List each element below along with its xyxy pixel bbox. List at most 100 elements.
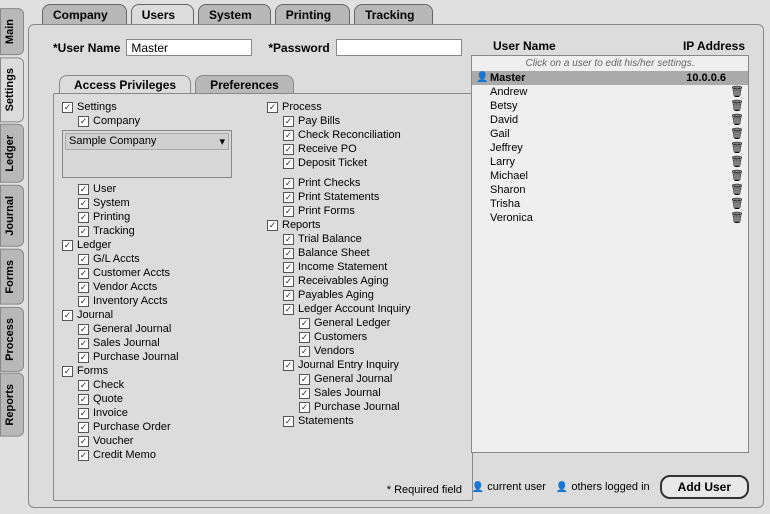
checkbox-receive-po[interactable] bbox=[283, 144, 294, 155]
side-tab-reports[interactable]: Reports bbox=[0, 373, 24, 437]
checkbox-receivables-aging[interactable] bbox=[283, 276, 294, 287]
top-tab-tracking[interactable]: Tracking bbox=[354, 4, 433, 25]
checkbox-sales-journal[interactable] bbox=[299, 388, 310, 399]
checkbox-payables-aging[interactable] bbox=[283, 290, 294, 301]
checkbox-journal-entry-inquiry[interactable] bbox=[283, 360, 294, 371]
label: Customer Accts bbox=[93, 266, 170, 280]
checkbox-journal[interactable] bbox=[62, 310, 73, 321]
user-row[interactable]: Trisha🗑 bbox=[472, 197, 748, 211]
checkbox-check[interactable] bbox=[78, 380, 89, 391]
label: Company bbox=[93, 114, 140, 128]
checkbox-purchase-journal[interactable] bbox=[78, 352, 89, 363]
company-select-box[interactable]: Sample Company ▾ bbox=[62, 130, 232, 178]
trash-icon[interactable]: 🗑 bbox=[726, 155, 744, 169]
checkbox-statements[interactable] bbox=[283, 416, 294, 427]
checkbox-general-journal[interactable] bbox=[299, 374, 310, 385]
checkbox-general-journal[interactable] bbox=[78, 324, 89, 335]
trash-icon[interactable]: 🗑 bbox=[726, 183, 744, 197]
sub-tab-preferences[interactable]: Preferences bbox=[195, 75, 294, 94]
user-list[interactable]: Click on a user to edit his/her settings… bbox=[471, 55, 749, 453]
trash-icon[interactable]: 🗑 bbox=[726, 85, 744, 99]
user-row[interactable]: Jeffrey🗑 bbox=[472, 141, 748, 155]
top-tab-system[interactable]: System bbox=[198, 4, 271, 25]
label: Balance Sheet bbox=[298, 246, 370, 260]
trash-icon[interactable]: 🗑 bbox=[726, 113, 744, 127]
top-tab-users[interactable]: Users bbox=[131, 4, 194, 25]
checkbox-vendor-accts[interactable] bbox=[78, 282, 89, 293]
user-name: Gail bbox=[490, 127, 666, 141]
checkbox-ledger-account-inquiry[interactable] bbox=[283, 304, 294, 315]
checkbox-vendors[interactable] bbox=[299, 346, 310, 357]
label: Customers bbox=[314, 330, 367, 344]
side-tab-settings[interactable]: Settings bbox=[0, 57, 24, 122]
checkbox-customers[interactable] bbox=[299, 332, 310, 343]
company-select-value: Sample Company bbox=[69, 135, 156, 148]
checkbox-print-checks[interactable] bbox=[283, 178, 294, 189]
checkbox-tracking[interactable] bbox=[78, 226, 89, 237]
checkbox-customer-accts[interactable] bbox=[78, 268, 89, 279]
checkbox-invoice[interactable] bbox=[78, 408, 89, 419]
user-row[interactable]: Sharon🗑 bbox=[472, 183, 748, 197]
checkbox-income-statement[interactable] bbox=[283, 262, 294, 273]
user-name: Andrew bbox=[490, 85, 666, 99]
checkbox-credit-memo[interactable] bbox=[78, 450, 89, 461]
checkbox-balance-sheet[interactable] bbox=[283, 248, 294, 259]
top-tab-printing[interactable]: Printing bbox=[275, 4, 350, 25]
label: Vendors bbox=[314, 344, 354, 358]
checkbox-printing[interactable] bbox=[78, 212, 89, 223]
label: Printing bbox=[93, 210, 130, 224]
checkbox-reports[interactable] bbox=[267, 220, 278, 231]
checkbox-print-forms[interactable] bbox=[283, 206, 294, 217]
trash-icon[interactable]: 🗑 bbox=[726, 197, 744, 211]
label: Invoice bbox=[93, 406, 128, 420]
checkbox-process[interactable] bbox=[267, 102, 278, 113]
user-row[interactable]: Veronica🗑 bbox=[472, 211, 748, 225]
checkbox-user[interactable] bbox=[78, 184, 89, 195]
user-row[interactable]: 👤Master10.0.0.6 bbox=[472, 71, 748, 85]
trash-icon[interactable]: 🗑 bbox=[726, 99, 744, 113]
label: Receive PO bbox=[298, 142, 357, 156]
user-row[interactable]: Betsy🗑 bbox=[472, 99, 748, 113]
checkbox-check-reconciliation[interactable] bbox=[283, 130, 294, 141]
checkbox-general-ledger[interactable] bbox=[299, 318, 310, 329]
trash-icon[interactable]: 🗑 bbox=[726, 127, 744, 141]
password-input[interactable] bbox=[336, 39, 462, 56]
side-tab-ledger[interactable]: Ledger bbox=[0, 124, 24, 183]
checkbox-system[interactable] bbox=[78, 198, 89, 209]
side-tab-process[interactable]: Process bbox=[0, 307, 24, 372]
user-row[interactable]: Larry🗑 bbox=[472, 155, 748, 169]
checkbox-ledger[interactable] bbox=[62, 240, 73, 251]
checkbox-sales-journal[interactable] bbox=[78, 338, 89, 349]
sub-tab-access-privileges[interactable]: Access Privileges bbox=[59, 75, 191, 94]
checkbox-trial-balance[interactable] bbox=[283, 234, 294, 245]
checkbox-forms[interactable] bbox=[62, 366, 73, 377]
checkbox-deposit-ticket[interactable] bbox=[283, 158, 294, 169]
checkbox-print-statements[interactable] bbox=[283, 192, 294, 203]
checkbox-quote[interactable] bbox=[78, 394, 89, 405]
checkbox-g-l-accts[interactable] bbox=[78, 254, 89, 265]
checkbox-inventory-accts[interactable] bbox=[78, 296, 89, 307]
checkbox-company[interactable] bbox=[78, 116, 89, 127]
checkbox-purchase-order[interactable] bbox=[78, 422, 89, 433]
trash-icon[interactable]: 🗑 bbox=[726, 169, 744, 183]
checkbox-pay-bills[interactable] bbox=[283, 116, 294, 127]
username-input[interactable] bbox=[126, 39, 252, 56]
checkbox-voucher[interactable] bbox=[78, 436, 89, 447]
chevron-down-icon[interactable]: ▾ bbox=[219, 135, 225, 148]
label: Statements bbox=[298, 414, 354, 428]
trash-icon[interactable]: 🗑 bbox=[726, 211, 744, 225]
user-row[interactable]: Andrew 🗑 bbox=[472, 85, 748, 99]
user-row[interactable]: Gail 🗑 bbox=[472, 127, 748, 141]
top-tab-company[interactable]: Company bbox=[42, 4, 127, 25]
user-row[interactable]: David🗑 bbox=[472, 113, 748, 127]
add-user-button[interactable]: Add User bbox=[660, 475, 749, 499]
label: Print Statements bbox=[298, 190, 379, 204]
user-row[interactable]: Michael🗑 bbox=[472, 169, 748, 183]
side-tab-forms[interactable]: Forms bbox=[0, 249, 24, 305]
side-tab-journal[interactable]: Journal bbox=[0, 185, 24, 247]
trash-icon[interactable]: 🗑 bbox=[726, 141, 744, 155]
checkbox-purchase-journal[interactable] bbox=[299, 402, 310, 413]
label: System bbox=[93, 196, 130, 210]
side-tab-main[interactable]: Main bbox=[0, 8, 24, 55]
checkbox-settings[interactable] bbox=[62, 102, 73, 113]
